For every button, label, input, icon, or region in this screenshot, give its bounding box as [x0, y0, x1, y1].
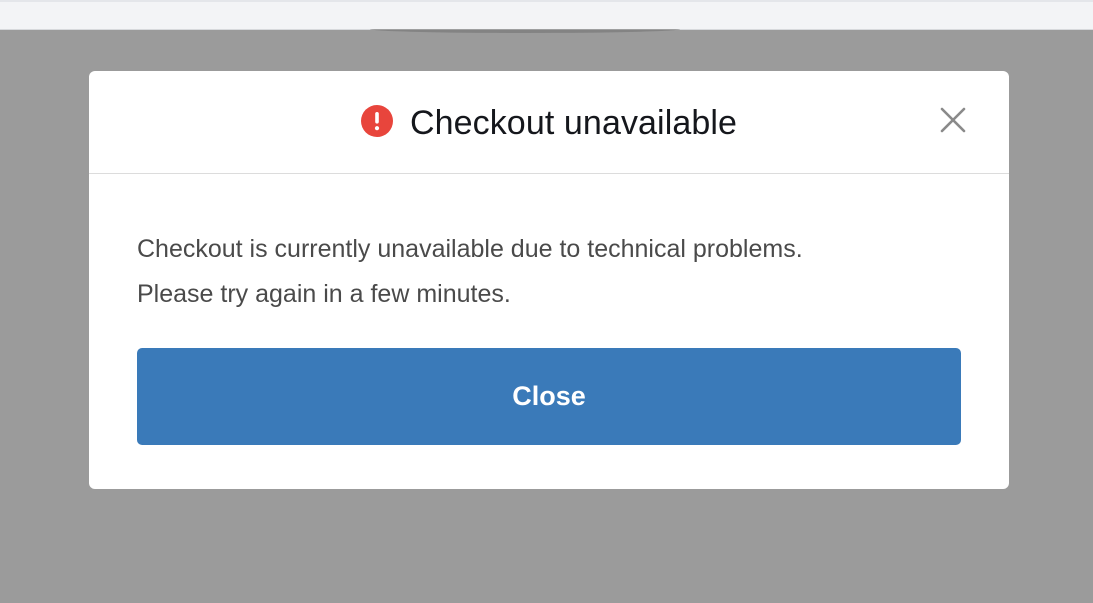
top-bar-shadow — [370, 29, 680, 33]
alert-circle-icon — [360, 105, 393, 137]
dialog-title: Checkout unavailable — [409, 104, 738, 142]
dialog-title-row: Checkout unavailable — [89, 103, 1009, 143]
dialog-message-line-1: Checkout is currently unavailable due to… — [137, 235, 803, 263]
dialog-header: Checkout unavailable — [89, 71, 1009, 174]
dialog-message-line-2: Please try again in a few minutes. — [137, 280, 511, 308]
close-button[interactable]: Close — [137, 348, 961, 445]
page-overlay: Checkout unavailable Checkout is current… — [0, 0, 1093, 603]
close-icon[interactable] — [939, 106, 967, 134]
dialog-body: Checkout is currently unavailable due to… — [89, 174, 1009, 445]
browser-top-bar — [0, 0, 1093, 30]
checkout-unavailable-dialog: Checkout unavailable Checkout is current… — [89, 71, 1009, 489]
dialog-message: Checkout is currently unavailable due to… — [137, 227, 947, 317]
